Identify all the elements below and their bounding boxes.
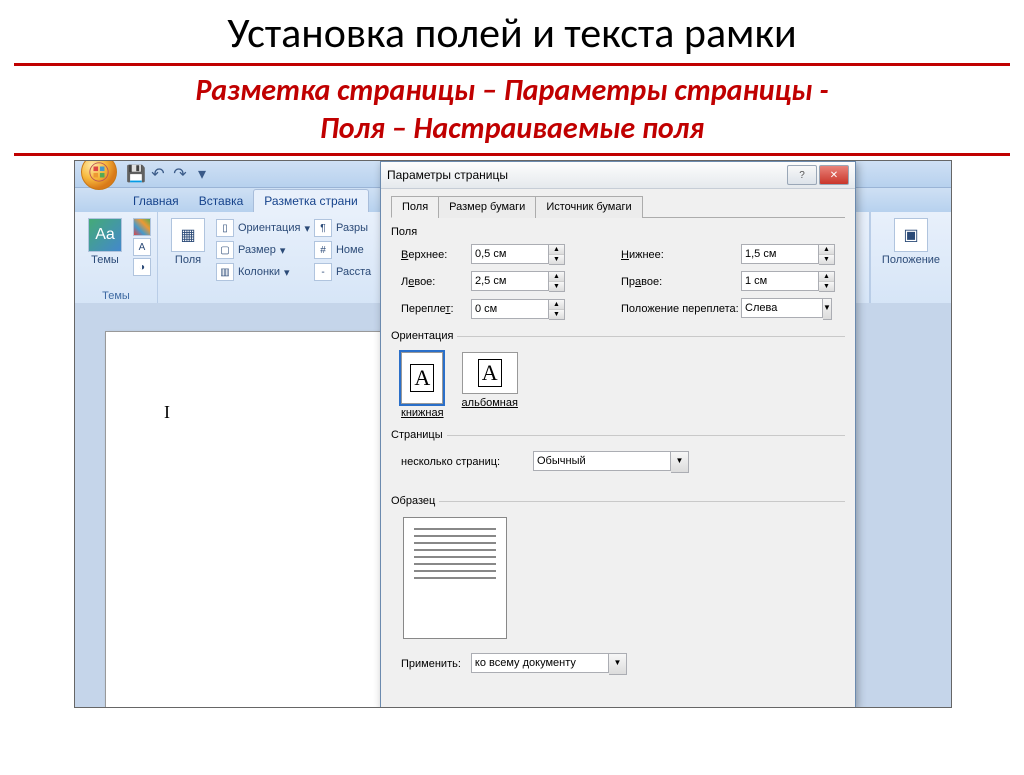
- spin-down-icon[interactable]: ▼: [549, 282, 564, 291]
- label-gutter: Переплет:: [401, 303, 471, 315]
- columns-icon: ▥: [216, 263, 234, 281]
- save-icon[interactable]: 💾: [127, 165, 145, 183]
- slide-title: Установка полей и текста рамки: [0, 8, 1024, 59]
- tab-insert[interactable]: Вставка: [189, 190, 254, 212]
- themes-button[interactable]: Aa Темы: [81, 216, 129, 268]
- undo-icon[interactable]: ↶: [149, 165, 167, 183]
- label-gutter-pos: Положение переплета:: [621, 303, 741, 315]
- landscape-icon: A: [478, 359, 502, 387]
- preview-thumbnail: [403, 517, 507, 639]
- gutter-input[interactable]: ▲▼: [471, 299, 581, 320]
- dialog-tab-source[interactable]: Источник бумаги: [535, 196, 642, 218]
- spin-up-icon[interactable]: ▲: [549, 272, 564, 282]
- themes-icon: Aa: [88, 218, 122, 252]
- portrait-icon: A: [410, 364, 434, 392]
- orientation-landscape[interactable]: A альбомная: [462, 352, 518, 419]
- orientation-icon: ▯: [216, 219, 234, 237]
- orientation-portrait[interactable]: A книжная: [401, 352, 444, 419]
- slide-subtitle: Разметка страницы – Параметры страницы -…: [60, 72, 964, 147]
- office-button[interactable]: [81, 160, 117, 190]
- text-cursor: I: [164, 402, 170, 423]
- dialog-tabs: Поля Размер бумаги Источник бумаги: [391, 195, 845, 218]
- line-numbers-icon: #: [314, 241, 332, 259]
- chevron-down-icon[interactable]: ▼: [609, 653, 627, 675]
- label-right: Правое:: [621, 276, 741, 288]
- margin-left-input[interactable]: ▲▼: [471, 271, 581, 292]
- ribbon-group-themes: Aa Темы A ◑ Темы: [75, 212, 158, 304]
- section-preview: Образец: [391, 495, 439, 507]
- section-margins: Поля: [391, 226, 845, 238]
- margin-right-input[interactable]: ▲▼: [741, 271, 831, 292]
- spin-up-icon[interactable]: ▲: [819, 245, 834, 255]
- apply-to-combo[interactable]: ▼: [471, 653, 627, 675]
- qat-customize-icon[interactable]: ▾: [193, 165, 211, 183]
- position-button[interactable]: ▣ Положение: [877, 216, 945, 268]
- tab-page-layout[interactable]: Разметка страни: [253, 189, 368, 212]
- close-button[interactable]: ✕: [819, 165, 849, 185]
- size-icon: ▢: [216, 241, 234, 259]
- page-setup-dialog: Параметры страницы ? ✕ Поля Размер бумаг…: [380, 161, 856, 708]
- margins-button[interactable]: ▦ Поля: [164, 216, 212, 268]
- help-button[interactable]: ?: [787, 165, 817, 185]
- spin-up-icon[interactable]: ▲: [549, 300, 564, 310]
- divider: [14, 153, 1010, 156]
- breaks-button[interactable]: ¶Разры: [314, 218, 371, 238]
- label-bottom: Нижнее:: [621, 249, 741, 261]
- document-page[interactable]: I: [105, 331, 427, 708]
- columns-button[interactable]: ▥Колонки ▾: [216, 262, 310, 282]
- hyphenation-icon: -: [314, 263, 332, 281]
- dialog-tab-paper[interactable]: Размер бумаги: [438, 196, 536, 218]
- dialog-title: Параметры страницы: [387, 168, 508, 182]
- portrait-label: книжная: [401, 407, 444, 419]
- margin-bottom-input[interactable]: ▲▼: [741, 244, 831, 265]
- group-label-themes: Темы: [81, 288, 151, 302]
- label-multiple-pages: несколько страниц:: [401, 456, 523, 468]
- spin-down-icon[interactable]: ▼: [549, 310, 564, 319]
- gutter-position-combo[interactable]: ▼: [741, 298, 831, 320]
- breaks-icon: ¶: [314, 219, 332, 237]
- margins-icon: ▦: [171, 218, 205, 252]
- multiple-pages-combo[interactable]: ▼: [533, 451, 689, 473]
- margin-top-input[interactable]: ▲▼: [471, 244, 581, 265]
- section-pages: Страницы: [391, 429, 447, 441]
- landscape-label: альбомная: [462, 397, 518, 409]
- position-icon: ▣: [894, 218, 928, 252]
- tab-home[interactable]: Главная: [123, 190, 189, 212]
- subtitle-line2: Поля – Настраиваемые поля: [320, 110, 704, 147]
- chevron-down-icon[interactable]: ▼: [671, 451, 689, 473]
- margins-label: Поля: [175, 254, 201, 266]
- chevron-down-icon[interactable]: ▼: [823, 298, 832, 320]
- dialog-titlebar[interactable]: Параметры страницы ? ✕: [381, 162, 855, 189]
- dialog-tab-margins[interactable]: Поля: [391, 196, 439, 218]
- redo-icon[interactable]: ↷: [171, 165, 189, 183]
- section-orientation: Ориентация: [391, 330, 457, 342]
- screenshot-frame: 💾 ↶ ↷ ▾ Главная Вставка Разметка страни …: [74, 160, 952, 708]
- size-button[interactable]: ▢Размер ▾: [216, 240, 310, 260]
- label-top: Верхнее:: [401, 249, 471, 261]
- line-numbers-button[interactable]: #Номе: [314, 240, 371, 260]
- spin-down-icon[interactable]: ▼: [819, 255, 834, 264]
- group-label-arrange: [877, 300, 945, 302]
- label-apply-to: Применить:: [401, 658, 461, 670]
- theme-fonts-icon[interactable]: A: [133, 238, 151, 256]
- hyphenation-button[interactable]: -Расста: [314, 262, 371, 282]
- subtitle-line1: Разметка страницы – Параметры страницы -: [195, 72, 828, 109]
- theme-colors-icon[interactable]: [133, 218, 151, 236]
- label-left: Левое:: [401, 276, 471, 288]
- position-label: Положение: [882, 254, 940, 266]
- spin-down-icon[interactable]: ▼: [819, 282, 834, 291]
- orientation-button[interactable]: ▯Ориентация ▾: [216, 218, 310, 238]
- spin-up-icon[interactable]: ▲: [819, 272, 834, 282]
- theme-effects-icon[interactable]: ◑: [133, 258, 151, 276]
- spin-up-icon[interactable]: ▲: [549, 245, 564, 255]
- themes-label: Темы: [91, 254, 119, 266]
- ribbon-group-arrange: ▣ Положение: [870, 212, 951, 304]
- divider: [14, 63, 1010, 66]
- spin-down-icon[interactable]: ▼: [549, 255, 564, 264]
